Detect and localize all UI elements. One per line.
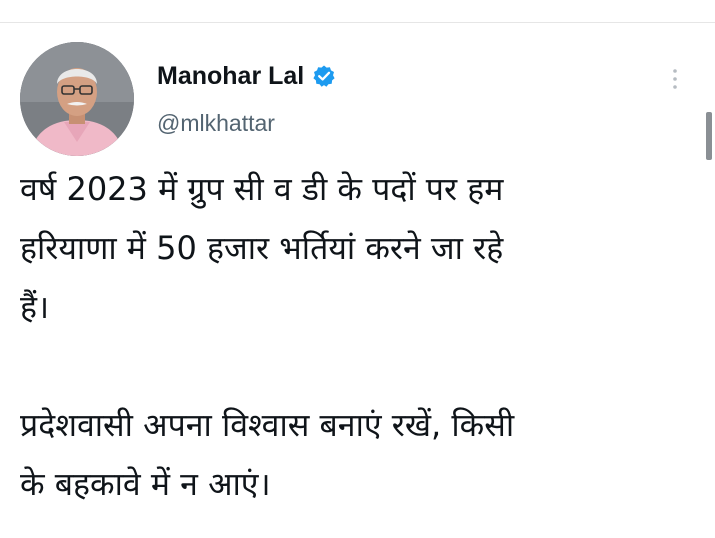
tweet-text-line: हैं। <box>20 288 50 326</box>
avatar[interactable] <box>20 42 134 156</box>
scrollbar-thumb[interactable] <box>706 112 712 160</box>
author-handle[interactable]: @mlkhattar <box>157 110 275 137</box>
more-options-icon <box>673 69 677 89</box>
tweet-text-line: वर्ष 2023 में ग्रुप सी व डी के पदों पर ह… <box>20 170 504 208</box>
tweet-text-line: हरियाणा में 50 हजार भर्तियां करने जा रहे <box>20 229 504 267</box>
tweet-text-line: के बहकावे में न आएं। <box>20 465 271 503</box>
more-options-button[interactable] <box>662 64 688 94</box>
tweet-card: Manohar Lal @mlkhattar वर्ष 2023 में ग्र… <box>0 0 715 538</box>
avatar-photo <box>20 42 134 156</box>
top-divider <box>0 22 715 23</box>
tweet-text: वर्ष 2023 में ग्रुप सी व डी के पदों पर ह… <box>20 160 700 514</box>
author-display-name[interactable]: Manohar Lal <box>157 62 304 91</box>
author-row: Manohar Lal <box>157 60 336 92</box>
verified-badge-icon <box>312 64 336 88</box>
tweet-text-line: प्रदेशवासी अपना विश्वास बनाएं रखें, किसी <box>20 406 515 444</box>
